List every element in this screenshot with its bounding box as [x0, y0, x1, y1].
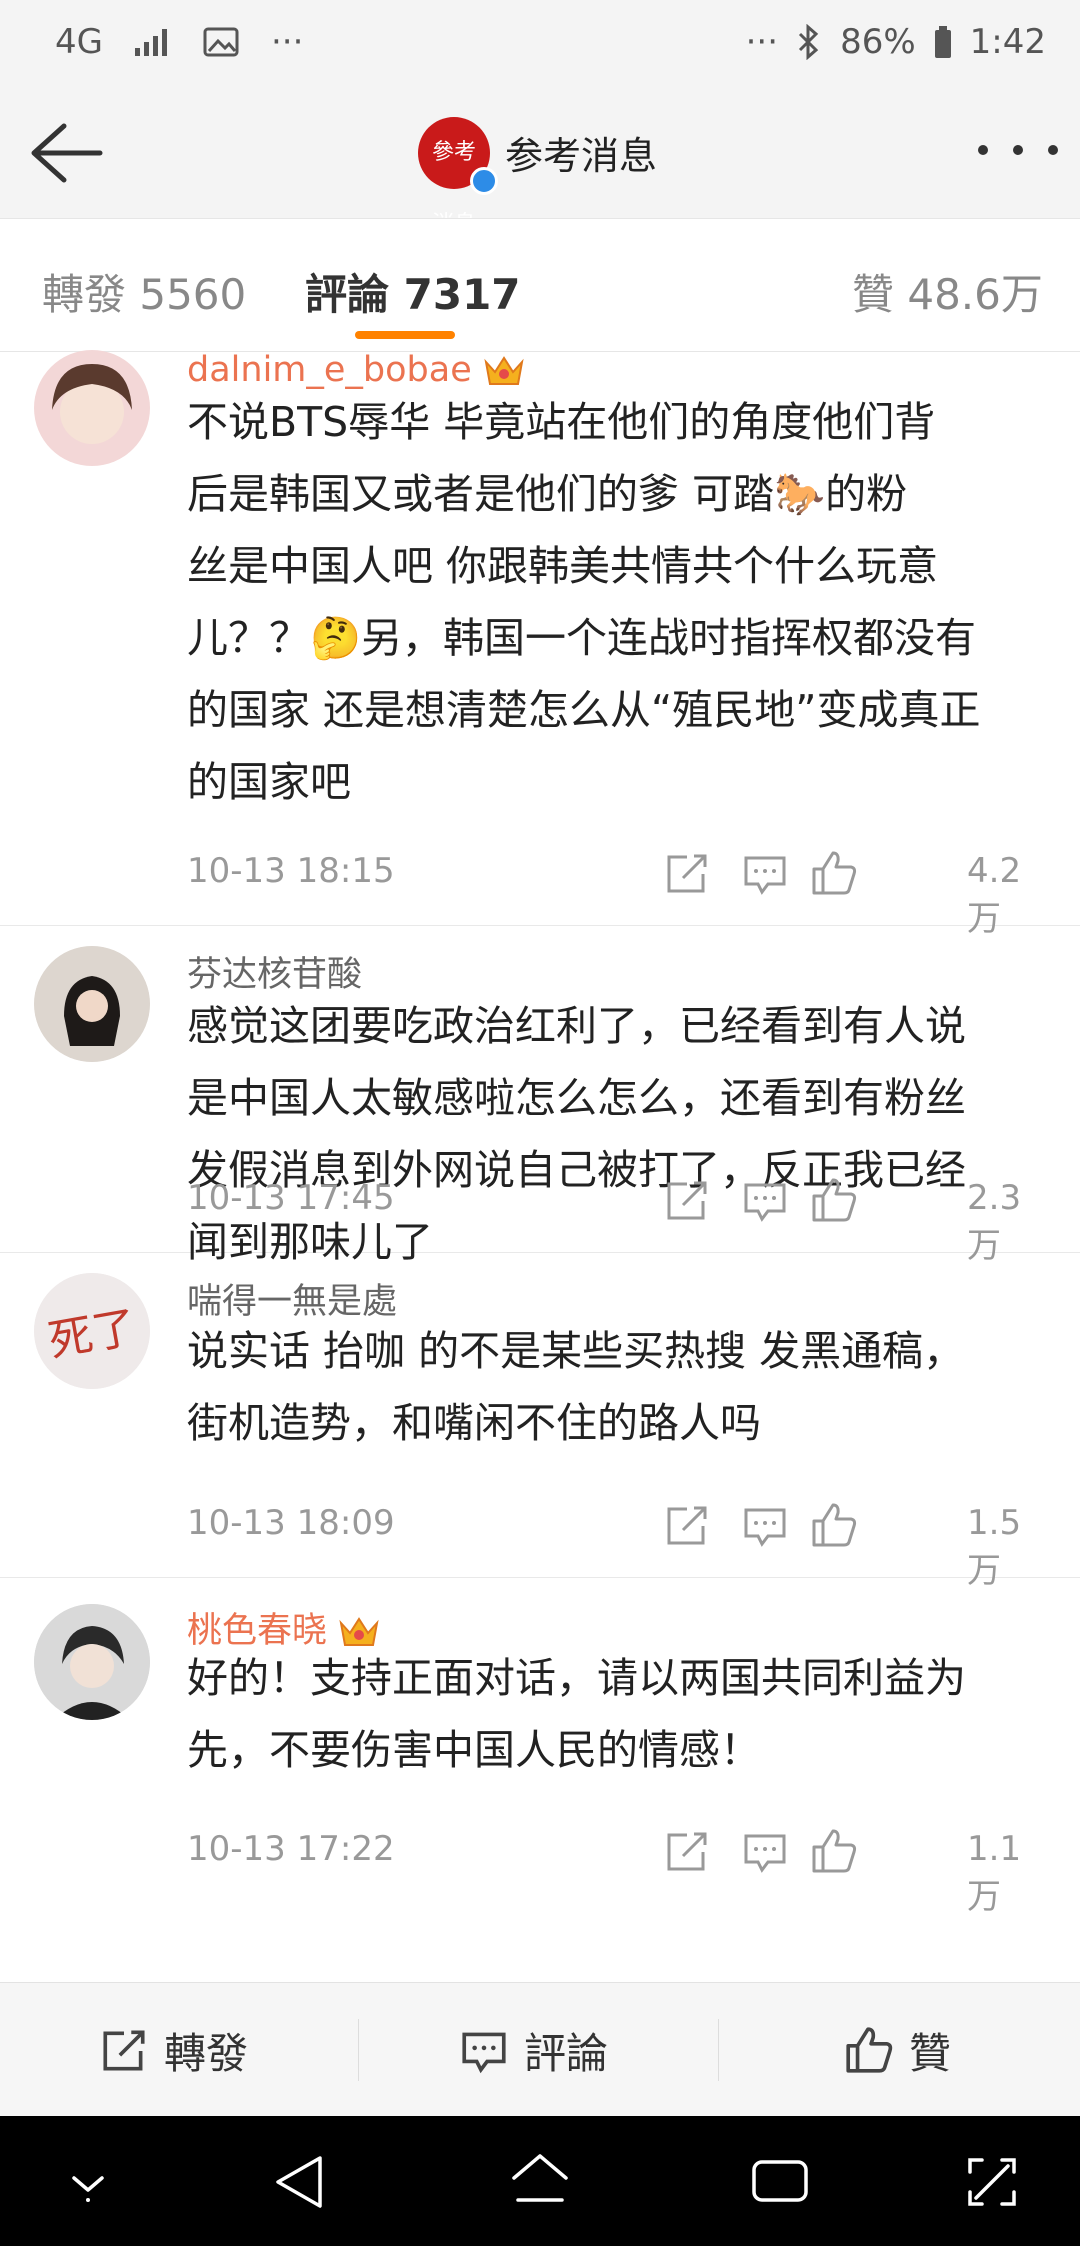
- like-icon[interactable]: [811, 1826, 857, 1876]
- status-more: ···: [270, 22, 304, 62]
- user-avatar[interactable]: [34, 350, 150, 466]
- back-arrow-icon[interactable]: [28, 120, 104, 186]
- comment-label: 評論: [524, 2028, 609, 2078]
- comment-icon[interactable]: [743, 1826, 787, 1876]
- tab-reposts[interactable]: 轉發 5560: [42, 261, 246, 322]
- clock: 1:42: [969, 22, 1046, 62]
- repost-icon: [103, 2030, 145, 2071]
- signal-icon: [134, 29, 167, 56]
- comment-time: 10-13 17:45: [187, 1178, 395, 1218]
- comment-icon[interactable]: [743, 1500, 787, 1550]
- page-title[interactable]: 参考消息: [505, 125, 657, 180]
- status-bar: 4G ··· ··· 86% 1:42: [0, 0, 1080, 90]
- comment-text: 说实话 抬咖 的不是某些买热搜 发黑通稿， 街机造势，和嘴闲不住的路人吗: [187, 1327, 965, 1447]
- divider: [718, 2019, 719, 2081]
- comment-button[interactable]: 評論: [458, 1983, 608, 2117]
- repost-label: 轉發: [164, 2028, 249, 2078]
- like-icon[interactable]: [811, 848, 857, 898]
- repost-button[interactable]: 轉發: [98, 1983, 248, 2117]
- comment-icon: [462, 2032, 506, 2074]
- back-icon[interactable]: [272, 2152, 328, 2212]
- status-more-right: ···: [745, 22, 779, 62]
- comment-item: 桃色春晓 好的！支持正面对话，请以两国共同利益为 先，不要伤害中国人民的情感！ …: [0, 1578, 1080, 1982]
- like-icon[interactable]: [811, 1175, 857, 1225]
- active-tab-indicator: [355, 331, 455, 339]
- repost-icon[interactable]: [665, 1175, 709, 1225]
- user-avatar[interactable]: [34, 946, 150, 1062]
- user-avatar[interactable]: 死了: [34, 1273, 150, 1389]
- battery-icon: [934, 26, 951, 58]
- like-count: 1.1万: [967, 1829, 1022, 1917]
- comment-username[interactable]: dalnim_e_bobae: [187, 350, 526, 390]
- comment-icon[interactable]: [743, 1175, 787, 1225]
- comment-text: 好的！支持正面对话，请以两国共同利益为 先，不要伤害中国人民的情感！: [187, 1654, 966, 1774]
- user-avatar[interactable]: [34, 1604, 150, 1720]
- nav-bar: 參考 消息 参考消息: [0, 90, 1080, 237]
- like-icon: [846, 2027, 893, 2073]
- network-indicator: 4G: [55, 22, 103, 62]
- rotate-screen-icon[interactable]: [962, 2152, 1022, 2212]
- repost-icon[interactable]: [665, 1826, 709, 1876]
- tab-comments[interactable]: 評論 7317: [305, 261, 521, 322]
- tab-bar: 轉發 5560 評論 7317 贊 48.6万: [0, 218, 1080, 352]
- comment-icon[interactable]: [743, 848, 787, 898]
- system-nav-bar: [0, 2116, 1080, 2246]
- comment-item: 芬达核苷酸 感觉这团要吃政治红利了，已经看到有人说 是中国人太敏感啦怎么怎么，还…: [0, 926, 1080, 1266]
- more-options-icon[interactable]: [978, 135, 1058, 165]
- comment-list: dalnim_e_bobae 不说BTS辱华 毕竟站在他们的角度他们背 后是韩国…: [0, 350, 1080, 1982]
- like-button[interactable]: 贊: [843, 1983, 951, 2117]
- vip-crown-icon: [484, 356, 524, 385]
- comment-meta: 10-13 18:15 4.2万: [187, 843, 1047, 939]
- repost-icon[interactable]: [665, 848, 709, 898]
- comment-time: 10-13 18:09: [187, 1503, 395, 1543]
- recent-apps-icon[interactable]: [750, 2154, 810, 2208]
- verified-badge-icon: [470, 167, 498, 195]
- image-icon: [203, 27, 239, 57]
- like-icon[interactable]: [811, 1500, 857, 1550]
- divider: [358, 2019, 359, 2081]
- bluetooth-icon: [799, 24, 819, 60]
- tab-likes[interactable]: 贊 48.6万: [852, 261, 1043, 322]
- comment-meta: 10-13 18:09 1.5万: [187, 1495, 1047, 1591]
- comment-text: 不说BTS辱华 毕竟站在他们的角度他们背 后是韩国又或者是他们的爹 可踏🐎的粉 …: [187, 398, 981, 806]
- like-label: 贊: [909, 2028, 952, 2078]
- comment-item: 死了 喘得一無是處 说实话 抬咖 的不是某些买热搜 发黑通稿， 街机造势，和嘴闲…: [0, 1253, 1080, 1591]
- repost-icon[interactable]: [665, 1500, 709, 1550]
- comment-text: 感觉这团要吃政治红利了，已经看到有人说 是中国人太敏感啦怎么怎么，还看到有粉丝 …: [187, 1002, 966, 1266]
- battery-percent: 86%: [840, 22, 916, 62]
- home-icon[interactable]: [508, 2150, 572, 2210]
- comment-time: 10-13 17:22: [187, 1829, 395, 1869]
- comment-item: dalnim_e_bobae 不说BTS辱华 毕竟站在他们的角度他们背 后是韩国…: [0, 350, 1080, 939]
- bottom-action-bar: 轉發 評論 贊: [0, 1982, 1080, 2117]
- hide-keyboard-icon[interactable]: [64, 2160, 112, 2208]
- comment-time: 10-13 18:15: [187, 851, 395, 891]
- comment-meta: 10-13 17:45 2.3万: [187, 1170, 1047, 1266]
- comment-meta: 10-13 17:22 1.1万: [187, 1821, 1047, 1917]
